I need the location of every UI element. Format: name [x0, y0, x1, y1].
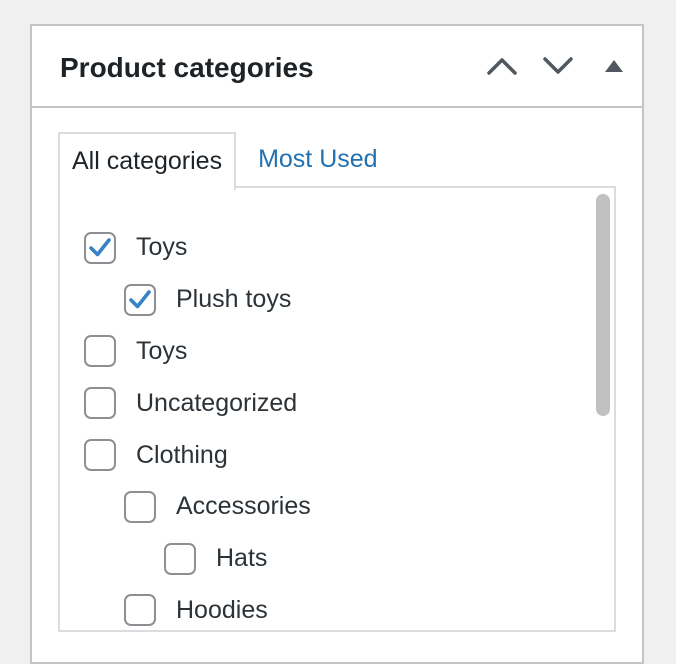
category-item: Toys [84, 326, 311, 378]
category-label: Hoodies [176, 595, 268, 624]
chevron-up-icon [487, 58, 517, 75]
scrollbar[interactable] [594, 194, 610, 624]
category-checklist: Toys Plush toys Toys Uncategorized Clothing A… [84, 222, 311, 630]
panel-title: Product categories [60, 52, 314, 83]
category-item: Accessories [84, 481, 311, 533]
category-item: Hats [84, 533, 311, 585]
category-item: Toys [84, 222, 311, 274]
category-item: Uncategorized [84, 377, 311, 429]
category-item: Clothing [84, 429, 311, 481]
category-label: Uncategorized [136, 388, 298, 417]
category-checkbox[interactable] [124, 283, 156, 316]
category-checkbox[interactable] [124, 490, 156, 523]
category-checkbox[interactable] [124, 594, 156, 627]
category-label: Toys [136, 336, 188, 365]
tab-all-categories[interactable]: All categories [58, 132, 237, 190]
category-checkbox[interactable] [84, 335, 116, 368]
checkmark-icon [129, 289, 151, 308]
category-label: Hats [216, 544, 268, 573]
panel-handle-actions [474, 26, 642, 106]
category-checklist-panel: Toys Plush toys Toys Uncategorized Clothing A… [58, 186, 616, 632]
panel-header: Product categories [32, 26, 642, 108]
category-tabs: All categories Most Used [58, 132, 390, 190]
scrollbar-thumb[interactable] [596, 194, 610, 416]
category-label: Clothing [136, 440, 228, 469]
category-label: Toys [136, 233, 188, 262]
move-down-button[interactable] [530, 26, 586, 106]
category-item: Hoodies [84, 585, 311, 630]
category-checkbox[interactable] [164, 542, 196, 575]
chevron-down-icon [543, 57, 573, 74]
category-item: Plush toys [84, 274, 311, 326]
move-up-button[interactable] [474, 26, 530, 106]
category-label: Accessories [176, 492, 311, 521]
toggle-panel-button[interactable] [586, 26, 642, 106]
product-categories-panel: Product categories All categories Most U… [30, 24, 644, 664]
category-label: Plush toys [176, 285, 292, 314]
checkmark-icon [89, 238, 111, 257]
tab-most-used[interactable]: Most Used [236, 132, 389, 188]
category-checkbox[interactable] [84, 387, 116, 420]
triangle-up-icon [605, 60, 623, 72]
category-checkbox[interactable] [84, 231, 116, 264]
category-checkbox[interactable] [84, 439, 116, 472]
